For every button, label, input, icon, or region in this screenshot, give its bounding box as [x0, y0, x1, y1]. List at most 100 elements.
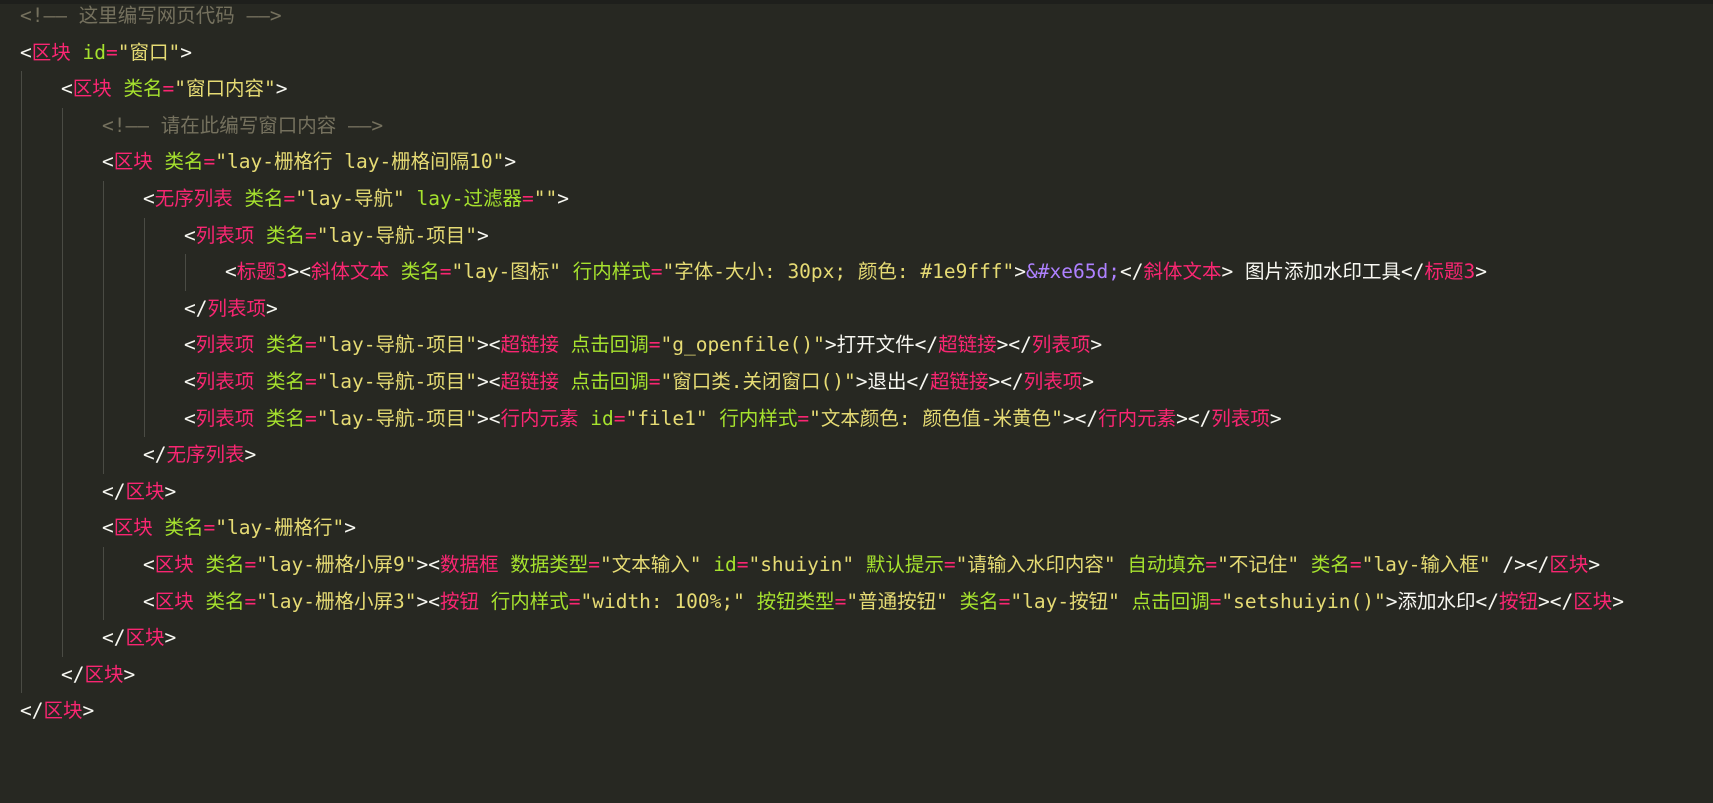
indent-guide	[62, 473, 63, 511]
code-token: id	[713, 553, 737, 576]
indent-guide	[103, 217, 104, 255]
code-token: 区块	[43, 699, 83, 723]
code-token: 类名	[205, 553, 245, 576]
code-token: 超链接	[500, 333, 559, 357]
indent-guide	[62, 181, 63, 218]
indent-guide	[144, 400, 145, 438]
code-line[interactable]: <区块 类名="lay-栅格行 lay-栅格间隔10">	[102, 142, 516, 182]
code-token: 类名	[266, 333, 306, 357]
code-token: =	[305, 333, 317, 357]
code-token: 列表项	[1211, 406, 1270, 430]
code-token: 列表项	[1023, 370, 1083, 393]
code-line[interactable]: </区块>	[102, 618, 176, 658]
code-line[interactable]: <标题3><斜体文本 类名="lay-图标" 行内样式="字体-大小: 30px…	[225, 252, 1487, 292]
code-line[interactable]: </区块>	[102, 472, 176, 512]
code-line[interactable]: <!—— 这里编写网页代码 ——>	[20, 0, 282, 36]
code-token: 区块	[1549, 553, 1589, 576]
code-line[interactable]: <区块 类名="lay-栅格小屏3"><按钮 行内样式="width: 100%…	[143, 582, 1624, 622]
code-line[interactable]: </列表项>	[184, 289, 278, 329]
code-token: ><	[416, 589, 440, 613]
indent-guide	[21, 583, 22, 621]
code-token: "setshuiyin()"	[1221, 589, 1386, 613]
code-line[interactable]: <列表项 类名="lay-导航-项目"><超链接 点击回调="g_openfil…	[184, 325, 1102, 365]
indent-guide	[144, 217, 145, 255]
code-token: 打开文件	[836, 333, 915, 357]
indent-guide	[103, 290, 104, 328]
code-line[interactable]: <区块 类名="窗口内容">	[61, 69, 288, 109]
indent-guide	[21, 107, 22, 145]
code-token: =	[521, 187, 534, 210]
indent-guide	[185, 254, 186, 291]
code-token: "lay-导航-项目"	[316, 406, 477, 430]
code-token: </	[1400, 260, 1425, 284]
code-token: 自动填充	[1127, 553, 1206, 576]
code-line[interactable]: </区块>	[20, 691, 94, 731]
code-token: 标题3	[236, 260, 288, 284]
code-line[interactable]: </无序列表>	[143, 435, 256, 475]
indent-guide	[62, 144, 63, 181]
code-token: <	[225, 260, 237, 284]
code-line[interactable]: <!—— 请在此编写窗口内容 ——>	[102, 106, 383, 146]
indent-guide	[103, 547, 104, 584]
code-token: </	[914, 333, 939, 357]
indent-guide	[21, 181, 22, 218]
code-token: 行内样式	[490, 589, 569, 613]
code-token: 退出	[867, 370, 907, 393]
code-line[interactable]: <列表项 类名="lay-导航-项目"><超链接 点击回调="窗口类.关闭窗口(…	[184, 362, 1094, 402]
code-token: </	[184, 296, 208, 320]
code-token: 类名	[123, 77, 163, 101]
code-token: </	[1475, 589, 1499, 613]
code-token: >	[1612, 589, 1624, 613]
code-line[interactable]: <无序列表 类名="lay-导航" lay-过滤器="">	[143, 179, 569, 219]
code-line[interactable]: <区块 id="窗口">	[20, 33, 192, 73]
code-token: =	[943, 553, 956, 576]
indent-guide	[62, 107, 63, 145]
code-token: 点击回调	[570, 370, 649, 393]
code-line[interactable]: <区块 类名="lay-栅格行">	[102, 508, 356, 548]
code-line[interactable]: <区块 类名="lay-栅格小屏9"><数据框 数据类型="文本输入" id="…	[143, 545, 1600, 585]
indent-guide	[21, 510, 22, 547]
code-token: =	[1349, 553, 1362, 576]
code-token: =	[568, 589, 581, 613]
code-token: "lay-按钮"	[1010, 589, 1120, 613]
code-token: 按钮类型	[756, 589, 835, 613]
code-token: >	[824, 333, 837, 357]
code-editor[interactable]: <!—— 这里编写网页代码 ——> <区块 id="窗口"> <区块 类名="窗口内…	[0, 0, 1713, 803]
code-line[interactable]: <列表项 类名="lay-导航-项目">	[184, 216, 489, 256]
code-token: ></	[1062, 406, 1099, 430]
code-token: 标题3	[1424, 260, 1476, 284]
code-token: =	[283, 187, 296, 210]
code-token: "普通按钮"	[846, 589, 948, 613]
code-token: ><	[476, 333, 501, 357]
code-token: <	[184, 333, 196, 357]
indent-guide	[62, 583, 63, 621]
code-token: >	[1385, 589, 1398, 613]
indent-guide	[21, 656, 22, 694]
indent-guide	[21, 473, 22, 511]
indent-guide	[103, 400, 104, 438]
code-line[interactable]: <列表项 类名="lay-导航-项目"><行内元素 id="file1" 行内样…	[184, 399, 1282, 439]
code-token: </	[143, 443, 167, 467]
code-token: =	[162, 77, 175, 101]
code-token: "lay-栅格小屏9"	[256, 553, 417, 576]
code-token: =	[648, 370, 661, 393]
code-line[interactable]: </区块>	[61, 655, 135, 695]
code-token: 列表项	[195, 406, 255, 430]
code-token: >	[1082, 370, 1094, 393]
code-token: >	[1269, 406, 1282, 430]
code-token: >	[344, 516, 356, 540]
code-token: >	[476, 223, 489, 247]
code-token: "g_openfile()"	[660, 333, 825, 357]
code-token: ""	[533, 187, 558, 210]
code-token: 点击回调	[1131, 589, 1210, 613]
code-token: >	[164, 479, 177, 503]
code-token: /></	[1502, 553, 1550, 576]
indent-guide	[21, 290, 22, 328]
